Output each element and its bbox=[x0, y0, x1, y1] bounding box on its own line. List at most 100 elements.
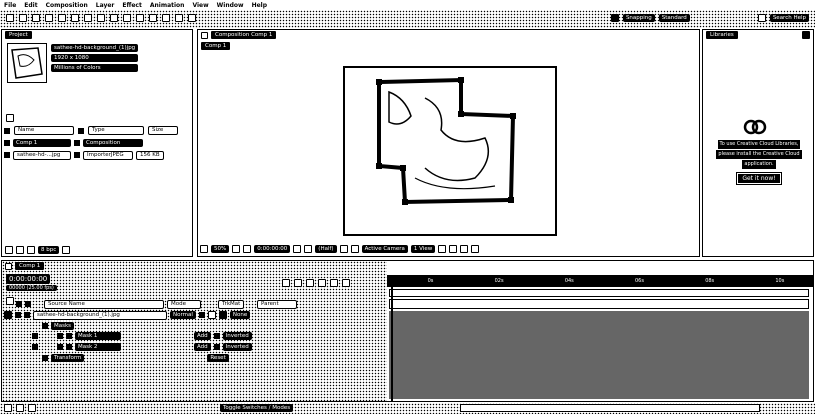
mask-2-color-icon[interactable] bbox=[66, 344, 72, 350]
composition-viewer[interactable] bbox=[200, 54, 697, 242]
track-matte-icon[interactable] bbox=[198, 312, 205, 318]
mask-2-expand-icon[interactable] bbox=[57, 344, 63, 350]
menu-help[interactable]: Help bbox=[252, 2, 267, 9]
col-source-name[interactable]: Source Name bbox=[44, 299, 164, 309]
masks-row[interactable]: Masks bbox=[42, 321, 422, 331]
views-dropdown[interactable]: 1 View bbox=[410, 245, 436, 253]
always-preview-icon[interactable] bbox=[200, 245, 208, 253]
parent-pickwhip-icon[interactable] bbox=[207, 311, 216, 319]
resolution-dropdown[interactable]: (Half) bbox=[315, 245, 337, 253]
mask-1-inverted-checkbox[interactable] bbox=[213, 333, 220, 339]
draft-3d-icon[interactable] bbox=[294, 279, 302, 287]
new-composition-icon[interactable] bbox=[27, 246, 35, 254]
work-area-bar[interactable] bbox=[389, 289, 809, 297]
new-folder-icon[interactable] bbox=[16, 246, 24, 254]
col-size[interactable]: Size bbox=[148, 126, 178, 135]
transform-reset[interactable]: Reset bbox=[207, 354, 229, 362]
comp-mini-flowchart-icon[interactable] bbox=[282, 279, 290, 287]
menu-file[interactable]: File bbox=[4, 2, 16, 9]
tab-comp-1-timeline[interactable]: Comp 1 bbox=[15, 262, 45, 270]
tab-composition[interactable]: Composition Comp 1 bbox=[211, 31, 277, 39]
col-mode[interactable]: Mode bbox=[167, 299, 201, 309]
mask-1-eye-icon[interactable] bbox=[32, 333, 38, 339]
transform-row[interactable]: Transform Reset bbox=[42, 353, 422, 363]
type-tool-icon[interactable] bbox=[123, 14, 131, 22]
layer-expand-icon[interactable] bbox=[15, 312, 21, 318]
menu-view[interactable]: View bbox=[192, 2, 208, 9]
hand-tool-icon[interactable] bbox=[32, 14, 40, 22]
show-channel-icon[interactable] bbox=[304, 245, 313, 253]
parent-pickwhip-icon-2[interactable] bbox=[218, 311, 227, 319]
layer-source-name[interactable]: sathee-hd-background_(1).jpg bbox=[33, 310, 167, 320]
mask-2-mode[interactable]: Add bbox=[194, 343, 211, 351]
menu-layer[interactable]: Layer bbox=[96, 2, 115, 9]
camera-dropdown[interactable]: Active Camera bbox=[361, 245, 408, 253]
workspace-standard[interactable]: Standard bbox=[658, 14, 690, 22]
masks-expand-icon[interactable] bbox=[42, 323, 48, 329]
snapshot-icon[interactable] bbox=[293, 245, 302, 253]
zoom-tool-icon[interactable] bbox=[45, 14, 53, 22]
roto-brush-tool-icon[interactable] bbox=[175, 14, 183, 22]
menu-edit[interactable]: Edit bbox=[24, 2, 37, 9]
frame-blending-icon[interactable] bbox=[318, 279, 326, 287]
mask-1-name[interactable]: Mask 1 bbox=[75, 332, 121, 340]
layer-parent-dropdown[interactable]: None bbox=[229, 311, 251, 319]
graph-editor-icon[interactable] bbox=[342, 279, 350, 287]
lock-icon[interactable] bbox=[201, 31, 208, 39]
col-type[interactable]: Type bbox=[88, 126, 144, 135]
mask-1-row[interactable]: Mask 1 Add Inverted bbox=[32, 331, 412, 341]
timeline-current-time[interactable]: 0:00:00:00 bbox=[6, 274, 51, 284]
region-of-interest-icon[interactable] bbox=[339, 245, 348, 253]
timeline-search[interactable] bbox=[6, 297, 14, 305]
current-time[interactable]: 0:00:00:00 bbox=[254, 245, 291, 253]
mask-2-name[interactable]: Mask 2 bbox=[75, 343, 121, 351]
toggle-switches-modes[interactable]: Toggle Switches / Modes bbox=[220, 404, 294, 412]
list-item[interactable]: Comp 1 Composition bbox=[4, 138, 190, 148]
mask-1-color-icon[interactable] bbox=[66, 333, 72, 339]
eraser-tool-icon[interactable] bbox=[162, 14, 170, 22]
snapping-checkbox[interactable] bbox=[610, 14, 619, 22]
mask-visibility-icon[interactable] bbox=[243, 245, 252, 253]
timeline-icon[interactable] bbox=[460, 245, 469, 253]
tab-libraries[interactable]: Libraries bbox=[706, 31, 738, 39]
mask-1-mode[interactable]: Add bbox=[194, 332, 211, 340]
toggle-pixel-aspect-icon[interactable] bbox=[438, 245, 447, 253]
timeline-zoom-slider[interactable] bbox=[460, 404, 760, 412]
mask-2-row[interactable]: Mask 2 Add Inverted bbox=[32, 342, 412, 352]
transparency-grid-icon[interactable] bbox=[350, 245, 359, 253]
zoom-dropdown[interactable]: 50% bbox=[211, 245, 230, 253]
brush-tool-icon[interactable] bbox=[136, 14, 144, 22]
clone-stamp-tool-icon[interactable] bbox=[149, 14, 157, 22]
mask-2-eye-icon[interactable] bbox=[32, 344, 38, 350]
menu-composition[interactable]: Composition bbox=[46, 2, 88, 9]
video-visibility-icon[interactable] bbox=[4, 311, 12, 319]
panel-menu-icon[interactable] bbox=[802, 31, 810, 39]
tab-comp-1[interactable]: Comp 1 bbox=[201, 41, 231, 50]
col-parent[interactable]: Parent bbox=[257, 299, 297, 309]
pen-tool-icon[interactable] bbox=[110, 14, 118, 22]
project-search[interactable] bbox=[6, 114, 14, 122]
close-icon[interactable] bbox=[5, 262, 12, 270]
layer-switches-icon[interactable] bbox=[4, 404, 12, 412]
playhead[interactable] bbox=[391, 275, 393, 401]
selection-tool-icon[interactable] bbox=[19, 14, 27, 22]
interpret-footage-icon[interactable] bbox=[5, 246, 13, 254]
menu-window[interactable]: Window bbox=[217, 2, 244, 9]
camera-tool-icon[interactable] bbox=[71, 14, 79, 22]
transfer-controls-icon[interactable] bbox=[16, 404, 24, 412]
track-area[interactable] bbox=[389, 311, 809, 399]
layer-duration-bar[interactable] bbox=[389, 299, 809, 309]
mask-2-inverted-checkbox[interactable] bbox=[213, 344, 220, 350]
shy-layers-icon[interactable] bbox=[306, 279, 314, 287]
bpc-indicator[interactable]: 8 bpc bbox=[38, 246, 60, 254]
mask-1-expand-icon[interactable] bbox=[57, 333, 63, 339]
col-name[interactable]: Name bbox=[14, 126, 74, 135]
transform-expand-icon[interactable] bbox=[42, 355, 48, 361]
motion-blur-icon[interactable] bbox=[330, 279, 338, 287]
table-row[interactable]: sathee-hd-background_(1).jpg Normal None bbox=[4, 310, 384, 320]
grid-icon[interactable] bbox=[232, 245, 241, 253]
menu-animation[interactable]: Animation bbox=[150, 2, 185, 9]
list-item[interactable]: sathee-hd-...jpg ImporterJPEG 156 KB bbox=[4, 150, 190, 160]
trash-icon[interactable] bbox=[62, 246, 71, 254]
home-icon[interactable] bbox=[6, 14, 14, 22]
